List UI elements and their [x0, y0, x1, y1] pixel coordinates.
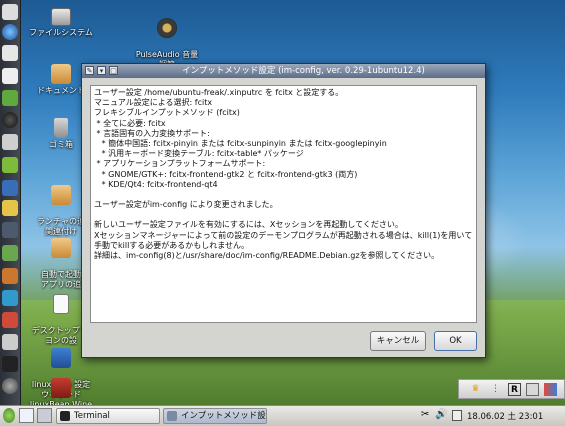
app-launcher-icon[interactable] [2, 245, 18, 261]
package-icon [51, 378, 71, 398]
message-line: ユーザー設定がim-config により変更されました。 [94, 200, 278, 210]
desktop-icon-label: ゴミ箱 [49, 140, 73, 149]
window-menu-icon[interactable]: ✎ [85, 66, 94, 75]
im-config-dialog: ✎ ▾ □ インプットメソッド設定 (im-config, ver. 0.29-… [81, 63, 486, 358]
drive-icon [51, 8, 71, 26]
system-tray: ♛ ⋮ R [458, 379, 565, 399]
tool-launcher-icon[interactable] [2, 134, 18, 150]
calendar-icon[interactable] [452, 410, 462, 421]
maximize-icon[interactable]: □ [109, 66, 118, 75]
document-icon [53, 294, 69, 314]
desktop-icon-filesystem[interactable]: ファイルシステム [28, 8, 94, 38]
task-terminal[interactable]: Terminal [56, 408, 160, 424]
message-line: * 簡体中国語: fcitx-pinyin または fcitx-sunpinyi… [94, 138, 387, 148]
launcher-panel [0, 0, 21, 405]
dots-icon[interactable]: ⋮ [489, 383, 502, 396]
document-launcher-icon[interactable] [2, 45, 18, 61]
game-launcher-icon[interactable] [2, 157, 18, 173]
message-line: * アプリケーションプラットフォームサポート: [94, 159, 266, 169]
message-line: * 汎用キーボード変換テーブル: fcitx-table* パッケージ [94, 149, 304, 159]
folder-icon [51, 64, 71, 84]
message-line: ユーザー設定 /home/ubuntu-freak/.xinputrc を fc… [94, 88, 344, 97]
message-line: * 全てに必要: fcitx [94, 118, 166, 128]
message-line [94, 190, 473, 200]
check-icon [51, 348, 71, 368]
cancel-button[interactable]: キャンセル [370, 331, 426, 351]
task-label: インプットメソッド設... [181, 411, 267, 421]
message-text-area[interactable]: ユーザー設定 /home/ubuntu-freak/.xinputrc を fc… [90, 85, 477, 323]
message-line: 新しいユーザー設定ファイルを有効にするには、Xセッションを再起動してください。 [94, 220, 403, 230]
monitor-launcher-icon[interactable] [2, 312, 18, 328]
home-launcher-icon[interactable] [2, 334, 18, 350]
message-line: 手動でkillする必要があるかもしれません。 [94, 240, 250, 250]
message-line: Xセッションマネージャーによって前の設定のデーモンプログラムが再起動される場合は… [94, 230, 473, 240]
tools-icon[interactable]: ✂ [421, 409, 429, 420]
dialog-title: インプットメソッド設定 (im-config, ver. 0.29-1ubunt… [182, 66, 425, 76]
power-launcher-icon[interactable] [2, 378, 18, 394]
desktop-2-icon[interactable] [37, 408, 52, 423]
desktop-icon-pulseaudio[interactable]: PulseAudio 音量 調節 [134, 8, 200, 70]
taskbar: Terminal インプットメソッド設... ✂ 🔊 18.06.02 土 23… [0, 405, 565, 426]
message-line: フレキシブルインプットメソッド (fcitx) [94, 108, 240, 118]
palette-icon[interactable] [544, 383, 557, 396]
message-line [94, 210, 473, 220]
bird-launcher-icon[interactable] [2, 200, 18, 216]
task-label: Terminal [74, 411, 110, 421]
shade-icon[interactable]: ▾ [97, 66, 106, 75]
settings-launcher-icon[interactable] [2, 222, 18, 238]
r-icon[interactable]: R [508, 383, 521, 396]
package-launcher-icon[interactable] [2, 268, 18, 284]
clock[interactable]: 18.06.02 土 23:01 [467, 410, 543, 422]
files-launcher-icon[interactable] [2, 4, 18, 20]
media-launcher-icon[interactable] [2, 112, 18, 128]
desktop-icon-label: ドキュメント [37, 86, 85, 95]
start-menu-icon[interactable] [3, 408, 15, 423]
speaker-icon [157, 18, 177, 38]
task-im-config[interactable]: インプットメソッド設... [163, 408, 267, 424]
network-launcher-icon[interactable] [2, 290, 18, 306]
desktop-icon-label: ファイルシステム [29, 28, 93, 37]
crown-icon[interactable]: ♛ [469, 383, 482, 396]
message-line: マニュアル設定による選択: fcitx [94, 98, 213, 108]
keyboard-icon [167, 411, 177, 421]
folder-icon [51, 185, 71, 205]
image-launcher-icon[interactable] [2, 180, 18, 196]
dialog-titlebar[interactable]: ✎ ▾ □ インプットメソッド設定 (im-config, ver. 0.29-… [82, 64, 485, 78]
trash-icon [54, 118, 68, 138]
console-launcher-icon[interactable] [2, 356, 18, 372]
terminal-icon [60, 411, 70, 421]
message-line: * GNOME/GTK+: fcitx-frontend-gtk2 と fcit… [94, 169, 358, 179]
message-line: * 言語固有の入力変換サポート: [94, 128, 210, 138]
folder-icon [51, 238, 71, 258]
browser-launcher-icon[interactable] [2, 24, 18, 40]
message-line: * KDE/Qt4: fcitx-frontend-qt4 [94, 179, 218, 189]
editor-launcher-icon[interactable] [2, 68, 18, 84]
volume-icon[interactable]: 🔊 [435, 409, 447, 420]
desktop-1-icon[interactable] [19, 408, 34, 423]
terminal-launcher-icon[interactable] [2, 90, 18, 106]
message-line: 詳細は、im-config(8)と/usr/share/doc/im-confi… [94, 251, 440, 260]
ok-button[interactable]: OK [434, 331, 477, 351]
keyboard-icon[interactable] [526, 383, 539, 396]
